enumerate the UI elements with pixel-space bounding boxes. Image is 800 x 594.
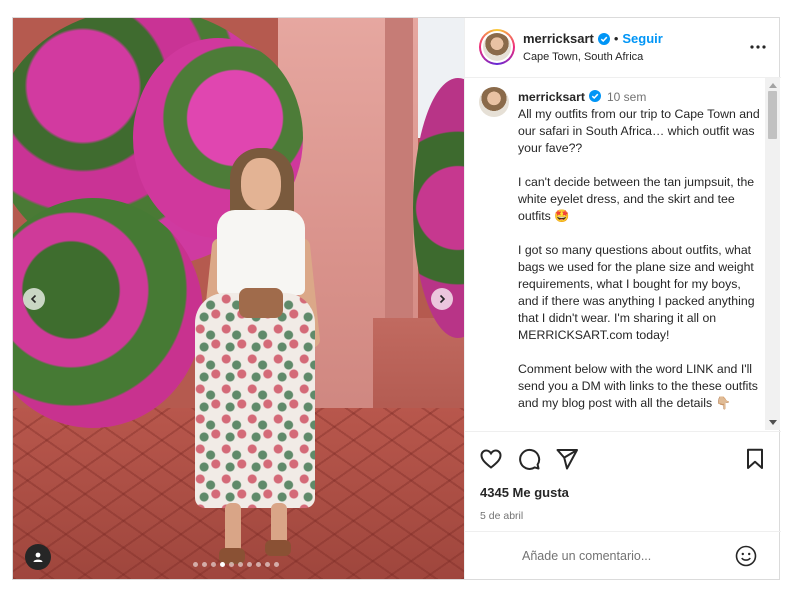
scroll-thumb[interactable]	[768, 91, 777, 139]
carousel-dot	[229, 562, 234, 567]
woman-figure	[185, 148, 335, 578]
post-header: merricksart • Seguir Cape Town, South Af…	[465, 18, 781, 78]
verified-badge-icon	[589, 90, 601, 102]
post-side-panel: merricksart • Seguir Cape Town, South Af…	[464, 18, 781, 579]
tagged-users-button[interactable]	[25, 544, 51, 570]
follow-button[interactable]: Seguir	[622, 31, 662, 46]
comment-bar	[465, 531, 781, 579]
caption-body: All my outfits from our trip to Cape Tow…	[518, 107, 760, 410]
author-avatar[interactable]	[479, 29, 515, 65]
separator-dot: •	[613, 31, 619, 46]
send-icon[interactable]	[555, 447, 579, 471]
bookmark-icon[interactable]	[743, 447, 767, 471]
carousel-indicator	[193, 562, 279, 567]
carousel-dot	[274, 562, 279, 567]
emoji-icon[interactable]	[735, 545, 757, 567]
more-options-icon[interactable]	[749, 38, 767, 56]
caption-section: merricksart 10 sem All my outfits from our…	[465, 78, 781, 430]
verified-badge-icon	[597, 32, 610, 45]
user-tag-icon	[33, 552, 43, 562]
comment-icon[interactable]	[517, 447, 541, 471]
carousel-dot	[211, 562, 216, 567]
chevron-left-icon	[30, 294, 37, 304]
carousel-dot	[193, 562, 198, 567]
carousel-dot	[265, 562, 270, 567]
post-modal: merricksart • Seguir Cape Town, South Af…	[12, 17, 781, 580]
carousel-dot	[202, 562, 207, 567]
carousel-dot	[247, 562, 252, 567]
post-actions: 4345 Me gusta 5 de abril	[465, 431, 781, 531]
post-photo	[13, 18, 464, 579]
carousel-dot	[238, 562, 243, 567]
previous-image-button[interactable]	[23, 288, 45, 310]
caption-username[interactable]: merricksart	[518, 90, 585, 104]
post-date[interactable]: 5 de abril	[480, 510, 523, 522]
next-image-button[interactable]	[431, 288, 453, 310]
scroll-down-arrow-icon[interactable]	[769, 420, 777, 425]
post-location[interactable]: Cape Town, South Africa	[523, 51, 643, 63]
chevron-right-icon	[439, 294, 446, 304]
likes-count[interactable]: 4345 Me gusta	[480, 485, 569, 500]
carousel-dot	[256, 562, 261, 567]
author-username[interactable]: merricksart	[523, 31, 594, 46]
scroll-up-arrow-icon[interactable]	[769, 83, 777, 88]
comment-input[interactable]	[522, 546, 722, 566]
caption-avatar[interactable]	[479, 87, 509, 117]
crossbody-bag	[239, 288, 283, 318]
caption-time[interactable]: 10 sem	[607, 90, 646, 104]
caption-scrollbar[interactable]	[765, 78, 780, 430]
carousel-dot	[220, 562, 225, 567]
heart-icon[interactable]	[479, 447, 503, 471]
caption-text-block: merricksart 10 sem All my outfits from our…	[518, 89, 760, 412]
